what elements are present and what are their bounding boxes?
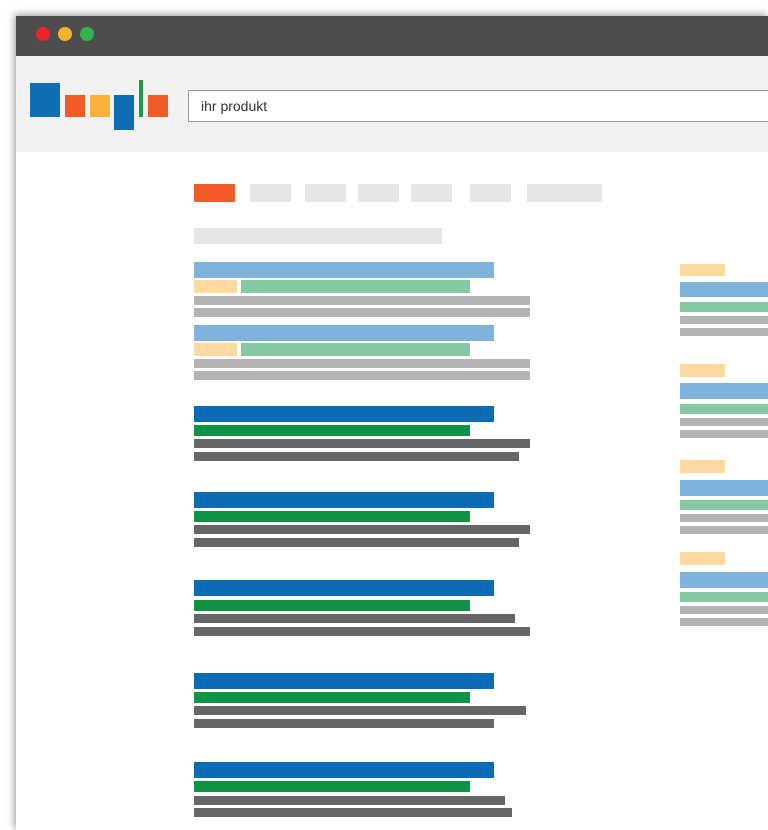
ad-label: [194, 280, 237, 293]
result-url: [194, 781, 470, 792]
ad-snippet-line: [680, 618, 768, 626]
tab-2[interactable]: [250, 184, 291, 202]
result-title-link[interactable]: [194, 406, 494, 422]
result-title-link[interactable]: [194, 762, 494, 778]
ad-snippet-line: [680, 430, 768, 438]
result-snippet-line: [194, 706, 526, 715]
ad-title-link[interactable]: [194, 325, 494, 341]
search-input[interactable]: ihr produkt: [188, 90, 768, 122]
tab-3[interactable]: [305, 184, 346, 202]
ad-label: [680, 460, 725, 473]
result-snippet-line: [194, 796, 505, 805]
minimize-window-button[interactable]: [58, 27, 72, 41]
result-snippet-line: [194, 627, 530, 636]
ad-title-link[interactable]: [194, 262, 494, 278]
title-bar: [16, 16, 768, 56]
ad-snippet-line: [680, 418, 768, 426]
ad-url: [680, 592, 768, 602]
ad-url: [680, 500, 768, 510]
close-window-button[interactable]: [36, 27, 50, 41]
tab-6[interactable]: [470, 184, 511, 202]
result-stats: [194, 228, 442, 244]
ad-url: [680, 404, 768, 414]
ad-snippet-line: [680, 514, 768, 522]
result-url: [194, 425, 470, 436]
tab-more[interactable]: [527, 184, 602, 202]
search-engine-logo[interactable]: [16, 56, 176, 152]
result-url: [194, 600, 470, 611]
ad-label: [680, 552, 725, 565]
ad-snippet-line: [194, 308, 530, 317]
ad-label: [680, 364, 725, 377]
result-snippet-line: [194, 538, 519, 547]
search-header: ihr produkt: [16, 56, 768, 152]
tab-5[interactable]: [411, 184, 452, 202]
ad-snippet-line: [194, 359, 530, 368]
result-snippet-line: [194, 452, 519, 461]
tab-4[interactable]: [358, 184, 399, 202]
ad-snippet-line: [680, 526, 768, 534]
ad-snippet-line: [194, 371, 530, 380]
ad-url: [680, 302, 768, 312]
tab-all[interactable]: [194, 184, 235, 202]
ad-label: [680, 264, 725, 276]
result-url: [194, 511, 470, 522]
result-snippet-line: [194, 525, 530, 534]
result-snippet-line: [194, 719, 494, 728]
result-url: [194, 692, 470, 703]
ad-snippet-line: [194, 296, 530, 305]
ad-title-link[interactable]: [680, 383, 768, 399]
ad-snippet-line: [680, 316, 768, 324]
result-snippet-line: [194, 614, 515, 623]
result-title-link[interactable]: [194, 492, 494, 508]
ad-title-link[interactable]: [680, 480, 768, 496]
ad-title-link[interactable]: [680, 572, 768, 588]
result-title-link[interactable]: [194, 580, 494, 596]
ad-label: [194, 343, 237, 356]
ad-url: [241, 343, 470, 356]
browser-window: ihr produkt: [16, 16, 768, 830]
ad-title-link[interactable]: [680, 282, 768, 297]
result-title-link[interactable]: [194, 673, 494, 689]
result-snippet-line: [194, 439, 530, 448]
maximize-window-button[interactable]: [80, 27, 94, 41]
ad-url: [241, 280, 470, 293]
result-snippet-line: [194, 808, 512, 817]
ad-snippet-line: [680, 606, 768, 614]
ad-snippet-line: [680, 328, 768, 336]
